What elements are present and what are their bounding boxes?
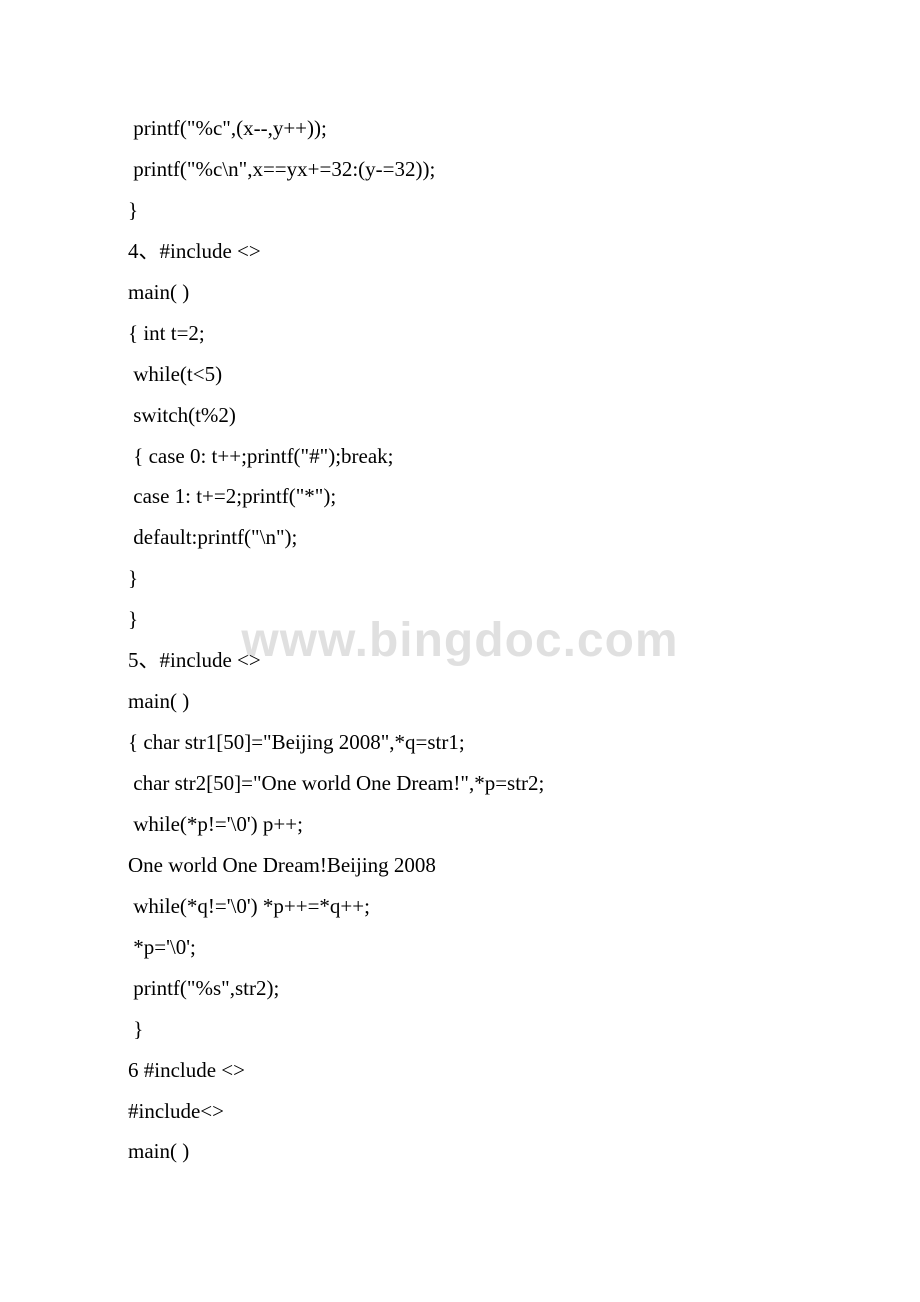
code-line: while(*p!='\0') p++; [128, 804, 792, 845]
code-line: { char str1[50]="Beijing 2008",*q=str1; [128, 722, 792, 763]
code-line: main( ) [128, 681, 792, 722]
code-line: main( ) [128, 1131, 792, 1172]
code-line: char str2[50]="One world One Dream!",*p=… [128, 763, 792, 804]
code-line: { int t=2; [128, 313, 792, 354]
code-line: printf("%c\n",x==yx+=32:(y-=32)); [128, 149, 792, 190]
code-line: { case 0: t++;printf("#");break; [128, 436, 792, 477]
code-line: 6 #include <> [128, 1050, 792, 1091]
code-line: switch(t%2) [128, 395, 792, 436]
code-line: *p='\0'; [128, 927, 792, 968]
code-line: case 1: t+=2;printf("*"); [128, 476, 792, 517]
code-line: } [128, 558, 792, 599]
code-line: } [128, 1009, 792, 1050]
code-line: while(t<5) [128, 354, 792, 395]
code-line: main( ) [128, 272, 792, 313]
document-content: printf("%c",(x--,y++)); printf("%c\n",x=… [128, 108, 792, 1172]
code-line: 4、#include <> [128, 231, 792, 272]
code-line: 5、#include <> [128, 640, 792, 681]
code-line: default:printf("\n"); [128, 517, 792, 558]
code-line: One world One Dream!Beijing 2008 [128, 845, 792, 886]
code-line: printf("%c",(x--,y++)); [128, 108, 792, 149]
code-line: } [128, 599, 792, 640]
code-line: #include<> [128, 1091, 792, 1132]
code-line: while(*q!='\0') *p++=*q++; [128, 886, 792, 927]
code-line: printf("%s",str2); [128, 968, 792, 1009]
code-line: } [128, 190, 792, 231]
